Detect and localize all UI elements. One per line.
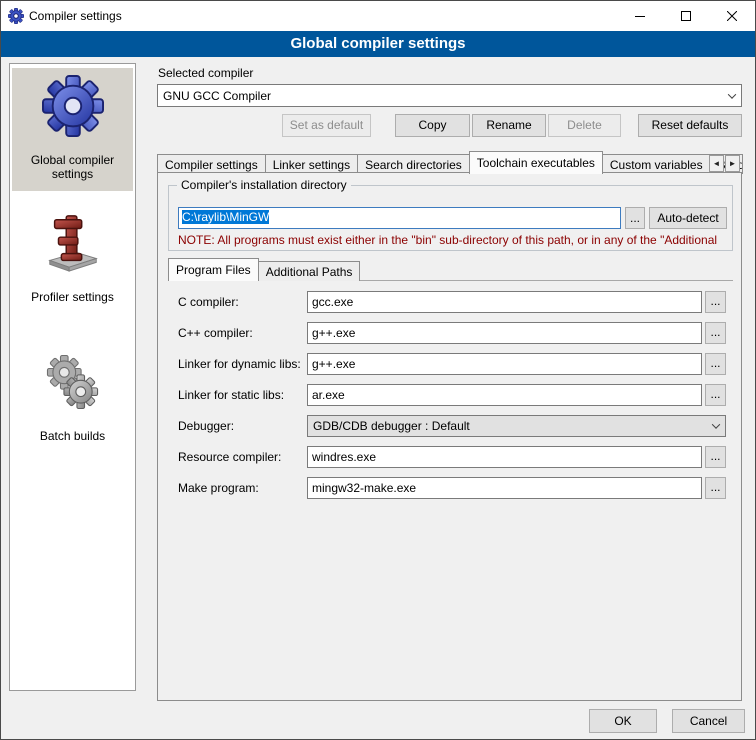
batch-builds-gears-icon [42, 403, 104, 417]
debugger-select-value: GDB/CDB debugger : Default [313, 419, 470, 433]
sidebar-item-profiler-settings[interactable]: Profiler settings [12, 205, 133, 314]
sidebar-item-batch-builds[interactable]: Batch builds [12, 344, 133, 453]
field-label: Make program: [178, 477, 259, 499]
window-controls [617, 1, 755, 31]
set-as-default-button[interactable]: Set as default [282, 114, 371, 137]
global-compiler-gear-icon [42, 127, 104, 141]
tab-linker-settings[interactable]: Linker settings [265, 154, 358, 174]
debugger-select[interactable]: GDB/CDB debugger : Default [307, 415, 726, 437]
maximize-button[interactable] [663, 1, 709, 31]
program-files-tab-bar: Program Files Additional Paths [168, 258, 733, 281]
page-title: Global compiler settings [1, 31, 755, 57]
minimize-button[interactable] [617, 1, 663, 31]
selected-compiler-value: GNU GCC Compiler [163, 89, 271, 103]
browse-resource-compiler-button[interactable]: ... [705, 446, 726, 468]
field-label: Debugger: [178, 415, 234, 437]
window-title: Compiler settings [29, 9, 122, 23]
tab-toolchain-executables[interactable]: Toolchain executables [469, 151, 603, 174]
tab-scroll-right-button[interactable]: ► [725, 155, 740, 172]
cpp-compiler-input[interactable] [307, 322, 702, 344]
delete-button[interactable]: Delete [548, 114, 621, 137]
reset-defaults-button[interactable]: Reset defaults [638, 114, 742, 137]
dynamic-linker-input[interactable] [307, 353, 702, 375]
installation-directory-value: C:\raylib\MinGW [182, 210, 269, 224]
field-label: C compiler: [178, 291, 239, 313]
tab-program-files[interactable]: Program Files [168, 258, 259, 281]
close-button[interactable] [709, 1, 755, 31]
app-gear-icon [8, 8, 24, 24]
cancel-button[interactable]: Cancel [672, 709, 745, 733]
browse-c-compiler-button[interactable]: ... [705, 291, 726, 313]
settings-category-list: Global compiler settings Profiler settin… [9, 63, 136, 691]
sidebar-item-label: Global compiler settings [14, 153, 131, 181]
toolchain-executables-panel: Compiler's installation directory C:\ray… [157, 172, 742, 701]
minimize-icon [635, 11, 645, 21]
installation-directory-input[interactable]: C:\raylib\MinGW [178, 207, 621, 229]
tab-custom-variables[interactable]: Custom variables [602, 154, 711, 174]
dynamic-linker-row: Linker for dynamic libs: ... [158, 353, 743, 375]
maximize-icon [681, 11, 691, 21]
tab-compiler-settings[interactable]: Compiler settings [157, 154, 266, 174]
ok-button[interactable]: OK [589, 709, 657, 733]
installation-directory-group: Compiler's installation directory C:\ray… [168, 185, 733, 251]
copy-button[interactable]: Copy [395, 114, 470, 137]
static-linker-row: Linker for static libs: ... [158, 384, 743, 406]
selected-compiler-dropdown[interactable]: GNU GCC Compiler [157, 84, 742, 107]
tab-additional-paths[interactable]: Additional Paths [258, 261, 361, 281]
browse-make-program-button[interactable]: ... [705, 477, 726, 499]
resource-compiler-row: Resource compiler: ... [158, 446, 743, 468]
field-label: C++ compiler: [178, 322, 253, 344]
browse-static-linker-button[interactable]: ... [705, 384, 726, 406]
compiler-settings-dialog: Compiler settings Global compiler settin… [0, 0, 756, 740]
sidebar-item-label: Profiler settings [14, 290, 131, 304]
chevron-down-icon [723, 93, 741, 99]
sidebar-item-global-compiler-settings[interactable]: Global compiler settings [12, 68, 133, 191]
make-program-input[interactable] [307, 477, 702, 499]
auto-detect-button[interactable]: Auto-detect [649, 207, 727, 229]
static-linker-input[interactable] [307, 384, 702, 406]
resource-compiler-input[interactable] [307, 446, 702, 468]
title-bar[interactable]: Compiler settings [1, 1, 755, 31]
sidebar-item-label: Batch builds [14, 429, 131, 443]
c-compiler-input[interactable] [307, 291, 702, 313]
settings-tab-bar: Compiler settings Linker settings Search… [157, 151, 742, 174]
cpp-compiler-row: C++ compiler: ... [158, 322, 743, 344]
browse-cpp-compiler-button[interactable]: ... [705, 322, 726, 344]
close-icon [727, 11, 737, 21]
field-label: Resource compiler: [178, 446, 281, 468]
browse-dynamic-linker-button[interactable]: ... [705, 353, 726, 375]
tab-search-directories[interactable]: Search directories [357, 154, 470, 174]
field-label: Linker for dynamic libs: [178, 353, 301, 375]
browse-directory-button[interactable]: ... [625, 207, 645, 229]
debugger-row: Debugger: GDB/CDB debugger : Default [158, 415, 743, 437]
profiler-tool-icon [42, 264, 104, 278]
tab-scroll-left-button[interactable]: ◄ [709, 155, 724, 172]
rename-button[interactable]: Rename [472, 114, 546, 137]
installation-directory-group-title: Compiler's installation directory [177, 178, 351, 192]
c-compiler-row: C compiler: ... [158, 291, 743, 313]
make-program-row: Make program: ... [158, 477, 743, 499]
bin-subdirectory-note: NOTE: All programs must exist either in … [178, 233, 726, 247]
tab-scroll-controls: ◄ ► [708, 155, 740, 172]
chevron-down-icon [707, 423, 725, 429]
selected-compiler-label: Selected compiler [158, 66, 253, 80]
field-label: Linker for static libs: [178, 384, 284, 406]
